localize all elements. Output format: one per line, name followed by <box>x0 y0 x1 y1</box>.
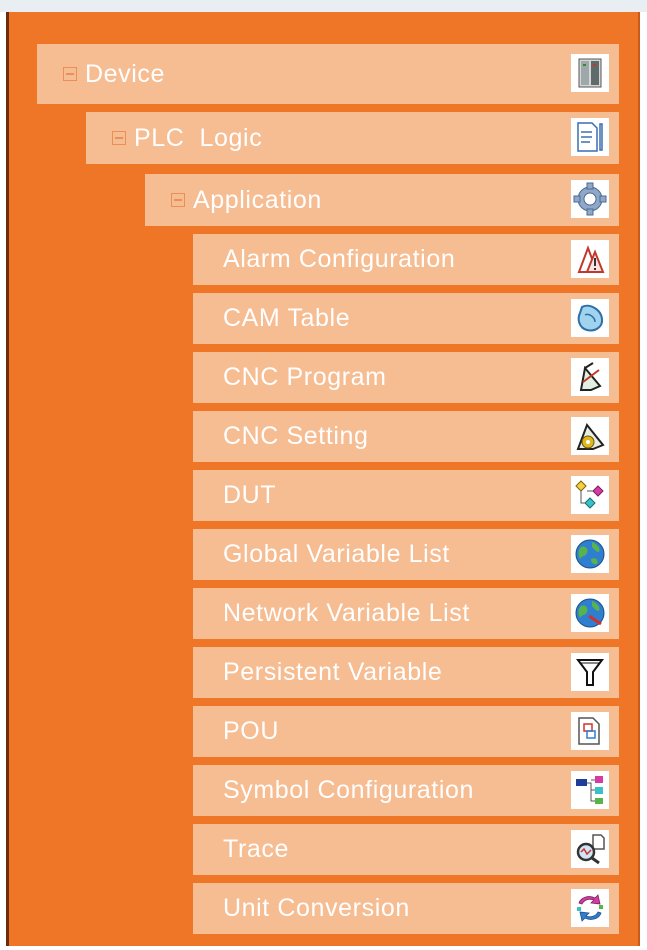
tree-node-unit-conversion[interactable]: Unit Conversion <box>193 883 619 934</box>
tree-node-label: CNC Program <box>223 363 387 391</box>
tree-node-label: Trace <box>223 835 289 863</box>
cam-table-icon <box>571 299 609 337</box>
plc-logic-document-icon <box>571 118 609 156</box>
tree-node-cnc-setting[interactable]: CNC Setting <box>193 411 619 462</box>
tree-node-label: Global Variable List <box>223 540 450 568</box>
tree-node-trace[interactable]: Trace <box>193 824 619 875</box>
tree-node-persistent-variable[interactable]: Persistent Variable <box>193 647 619 698</box>
application-gear-icon <box>571 180 609 218</box>
pou-icon <box>571 712 609 750</box>
dut-data-type-icon <box>571 476 609 514</box>
tree-node-label: CNC Setting <box>223 422 369 450</box>
tree-node-label: Persistent Variable <box>223 658 443 686</box>
tree-node-label: Network Variable List <box>223 599 470 627</box>
tree-node-label: Device <box>85 59 166 88</box>
tree-node-device[interactable]: Device <box>37 44 619 104</box>
window-top-strip <box>0 0 647 12</box>
tree-node-label: DUT <box>223 481 277 509</box>
tree-node-symbol-configuration[interactable]: Symbol Configuration <box>193 765 619 816</box>
collapse-toggle-plc-logic[interactable] <box>112 131 126 145</box>
trace-magnifier-icon <box>571 830 609 868</box>
tree-node-label: Unit Conversion <box>223 894 410 922</box>
tree-node-cam-table[interactable]: CAM Table <box>193 293 619 344</box>
unit-conversion-icon <box>571 889 609 927</box>
tree-node-plc-logic[interactable]: PLC Logic <box>86 112 619 164</box>
tree-node-label: POU <box>223 717 279 745</box>
tree-node-label: Symbol Configuration <box>223 776 475 804</box>
tree-node-dut[interactable]: DUT <box>193 470 619 521</box>
tree-node-application[interactable]: Application <box>145 174 619 226</box>
tree-node-network-variable-list[interactable]: Network Variable List <box>193 588 619 639</box>
tree-node-label: Application <box>193 185 322 214</box>
device-tree-panel: Device PLC Logic Application Alarm Confi… <box>6 12 640 946</box>
cnc-program-icon <box>571 358 609 396</box>
tree-node-label: PLC Logic <box>134 123 263 152</box>
tree-node-label: Alarm Configuration <box>223 245 456 273</box>
tree-node-pou[interactable]: POU <box>193 706 619 757</box>
global-variable-globe-icon <box>571 535 609 573</box>
network-variable-globe-icon <box>571 594 609 632</box>
tree-node-label: CAM Table <box>223 304 351 332</box>
tree-node-alarm-configuration[interactable]: Alarm Configuration <box>193 234 619 285</box>
tree-node-global-variable-list[interactable]: Global Variable List <box>193 529 619 580</box>
collapse-toggle-device[interactable] <box>63 67 77 81</box>
cnc-setting-icon <box>571 417 609 455</box>
symbol-configuration-icon <box>571 771 609 809</box>
alarm-warning-icon <box>571 240 609 278</box>
collapse-toggle-application[interactable] <box>171 193 185 207</box>
persistent-funnel-icon <box>571 653 609 691</box>
device-cabinet-icon <box>571 54 609 92</box>
tree-node-cnc-program[interactable]: CNC Program <box>193 352 619 403</box>
